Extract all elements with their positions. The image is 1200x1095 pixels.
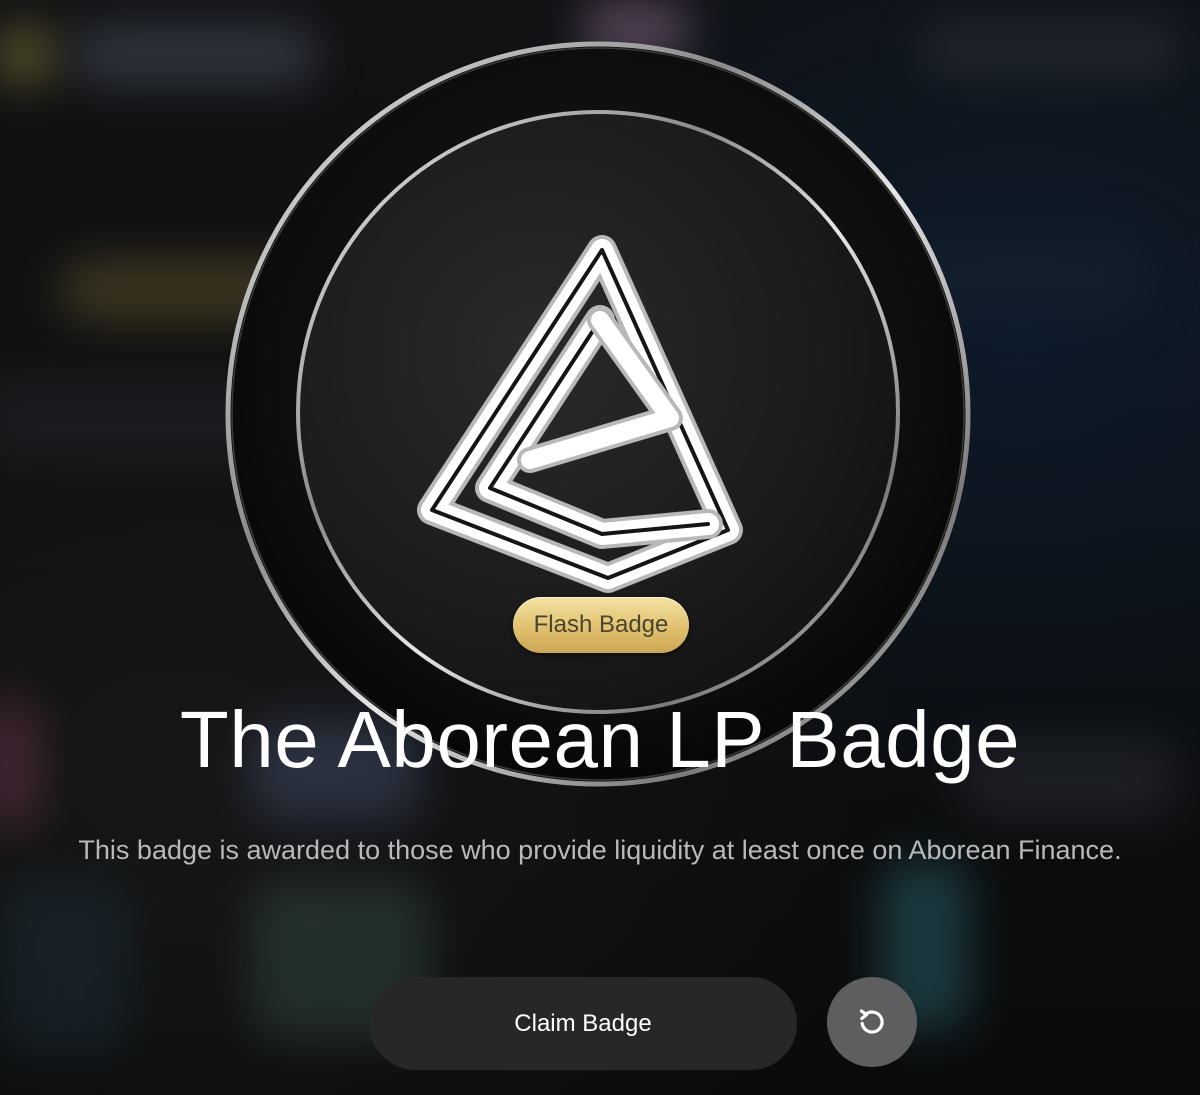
claim-badge-button[interactable]: Claim Badge (369, 977, 797, 1070)
refresh-button[interactable] (827, 977, 917, 1067)
badge-description: This badge is awarded to those who provi… (78, 835, 1122, 865)
refresh-icon (859, 1009, 884, 1034)
badge-title: The Aborean LP Badge (179, 695, 1021, 784)
flash-badge-tag: Flash Badge (513, 597, 689, 653)
